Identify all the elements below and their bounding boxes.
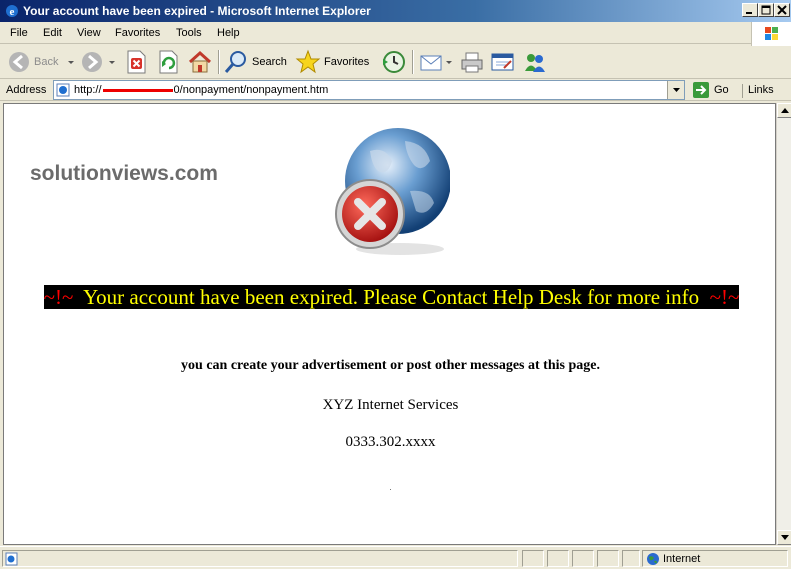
stray-dot	[390, 489, 391, 490]
go-button[interactable]: Go	[690, 81, 736, 99]
status-cell	[522, 550, 544, 567]
site-name: solutionviews.com	[30, 162, 218, 185]
address-dropdown-button[interactable]	[667, 81, 684, 99]
provider-name: XYZ Internet Services	[322, 397, 459, 413]
refresh-icon	[159, 50, 178, 74]
globe-error-icon	[335, 128, 450, 255]
svg-text:e: e	[10, 6, 15, 18]
search-icon	[224, 51, 246, 73]
mail-button[interactable]	[418, 48, 454, 76]
toolbar-separator	[412, 50, 414, 74]
scroll-up-icon	[781, 108, 789, 113]
close-icon	[777, 5, 787, 15]
printer-icon	[461, 52, 483, 73]
windows-logo	[751, 22, 791, 46]
forward-dropdown-icon[interactable]	[109, 61, 115, 65]
print-button[interactable]	[459, 48, 485, 76]
home-icon	[188, 50, 212, 73]
page-done-icon	[5, 552, 18, 566]
status-cell	[622, 550, 640, 567]
address-input[interactable]: http://0/nonpayment/nonpayment.htm	[53, 80, 685, 100]
address-url: http://0/nonpayment/nonpayment.htm	[74, 84, 329, 96]
stop-icon	[127, 50, 146, 74]
favorites-button[interactable]: Favorites	[295, 48, 373, 76]
menu-help[interactable]: Help	[217, 27, 240, 39]
links-button[interactable]: Links	[742, 84, 774, 98]
windows-flag-icon	[765, 27, 778, 40]
maximize-button[interactable]	[758, 3, 774, 17]
edit-page-icon	[491, 53, 514, 71]
messenger-button[interactable]	[522, 48, 548, 76]
contact-number: 0333.302.xxxx	[345, 434, 436, 448]
home-button[interactable]	[187, 48, 213, 76]
go-arrow-icon	[693, 82, 709, 98]
expired-banner: ~!~ Your account have been expired. Plea…	[43, 285, 740, 309]
forward-button[interactable]	[78, 48, 118, 76]
menu-view[interactable]: View	[77, 27, 101, 39]
back-arrow-icon	[9, 52, 29, 72]
mail-dropdown-icon[interactable]	[446, 61, 452, 65]
messenger-icon	[525, 54, 545, 72]
history-button[interactable]	[379, 48, 407, 76]
minimize-button[interactable]	[742, 3, 758, 17]
history-icon	[383, 51, 405, 73]
search-button[interactable]: Search	[223, 48, 289, 76]
star-icon	[295, 49, 321, 74]
page-content: solutionviews.com ~!~ Your account have …	[3, 103, 776, 545]
address-label: Address	[6, 84, 47, 96]
menu-tools[interactable]: Tools	[176, 27, 202, 39]
status-text	[2, 550, 518, 567]
scroll-down-button[interactable]	[777, 530, 791, 545]
menu-bar: File Edit View Favorites Tools Help	[0, 22, 791, 44]
internet-globe-icon	[647, 553, 659, 565]
advertisement-note: you can create your advertisement or pos…	[181, 358, 600, 373]
status-bar: Internet	[0, 546, 791, 569]
standard-toolbar: Back Search Favorites	[0, 45, 791, 79]
status-cell	[572, 550, 594, 567]
security-zone: Internet	[642, 550, 788, 567]
title-bar: e Your account have been expired - Micro…	[0, 0, 791, 22]
minimize-icon	[746, 12, 752, 14]
status-cell	[547, 550, 569, 567]
page-icon	[56, 83, 70, 97]
menu-file[interactable]: File	[10, 27, 28, 39]
mail-icon	[420, 55, 442, 71]
ie-icon: e	[6, 5, 18, 18]
address-bar: Address http://0/nonpayment/nonpayment.h…	[0, 79, 791, 101]
menu-edit[interactable]: Edit	[43, 27, 62, 39]
scroll-up-button[interactable]	[777, 103, 791, 118]
refresh-button[interactable]	[156, 48, 180, 76]
close-button[interactable]	[774, 3, 790, 17]
menu-favorites[interactable]: Favorites	[115, 27, 160, 39]
status-cell	[597, 550, 619, 567]
edit-button[interactable]	[490, 48, 516, 76]
chevron-down-icon	[673, 88, 680, 92]
stop-button[interactable]	[124, 48, 148, 76]
back-dropdown-icon[interactable]	[68, 61, 74, 65]
window-title: Your account have been expired - Microso…	[23, 4, 371, 18]
redacted-host	[102, 88, 173, 92]
toolbar-separator	[218, 50, 220, 74]
back-button[interactable]: Back	[5, 48, 75, 76]
maximize-icon	[761, 5, 771, 15]
scroll-down-icon	[781, 535, 789, 540]
vertical-scrollbar[interactable]	[776, 103, 791, 545]
forward-arrow-icon	[82, 52, 102, 72]
